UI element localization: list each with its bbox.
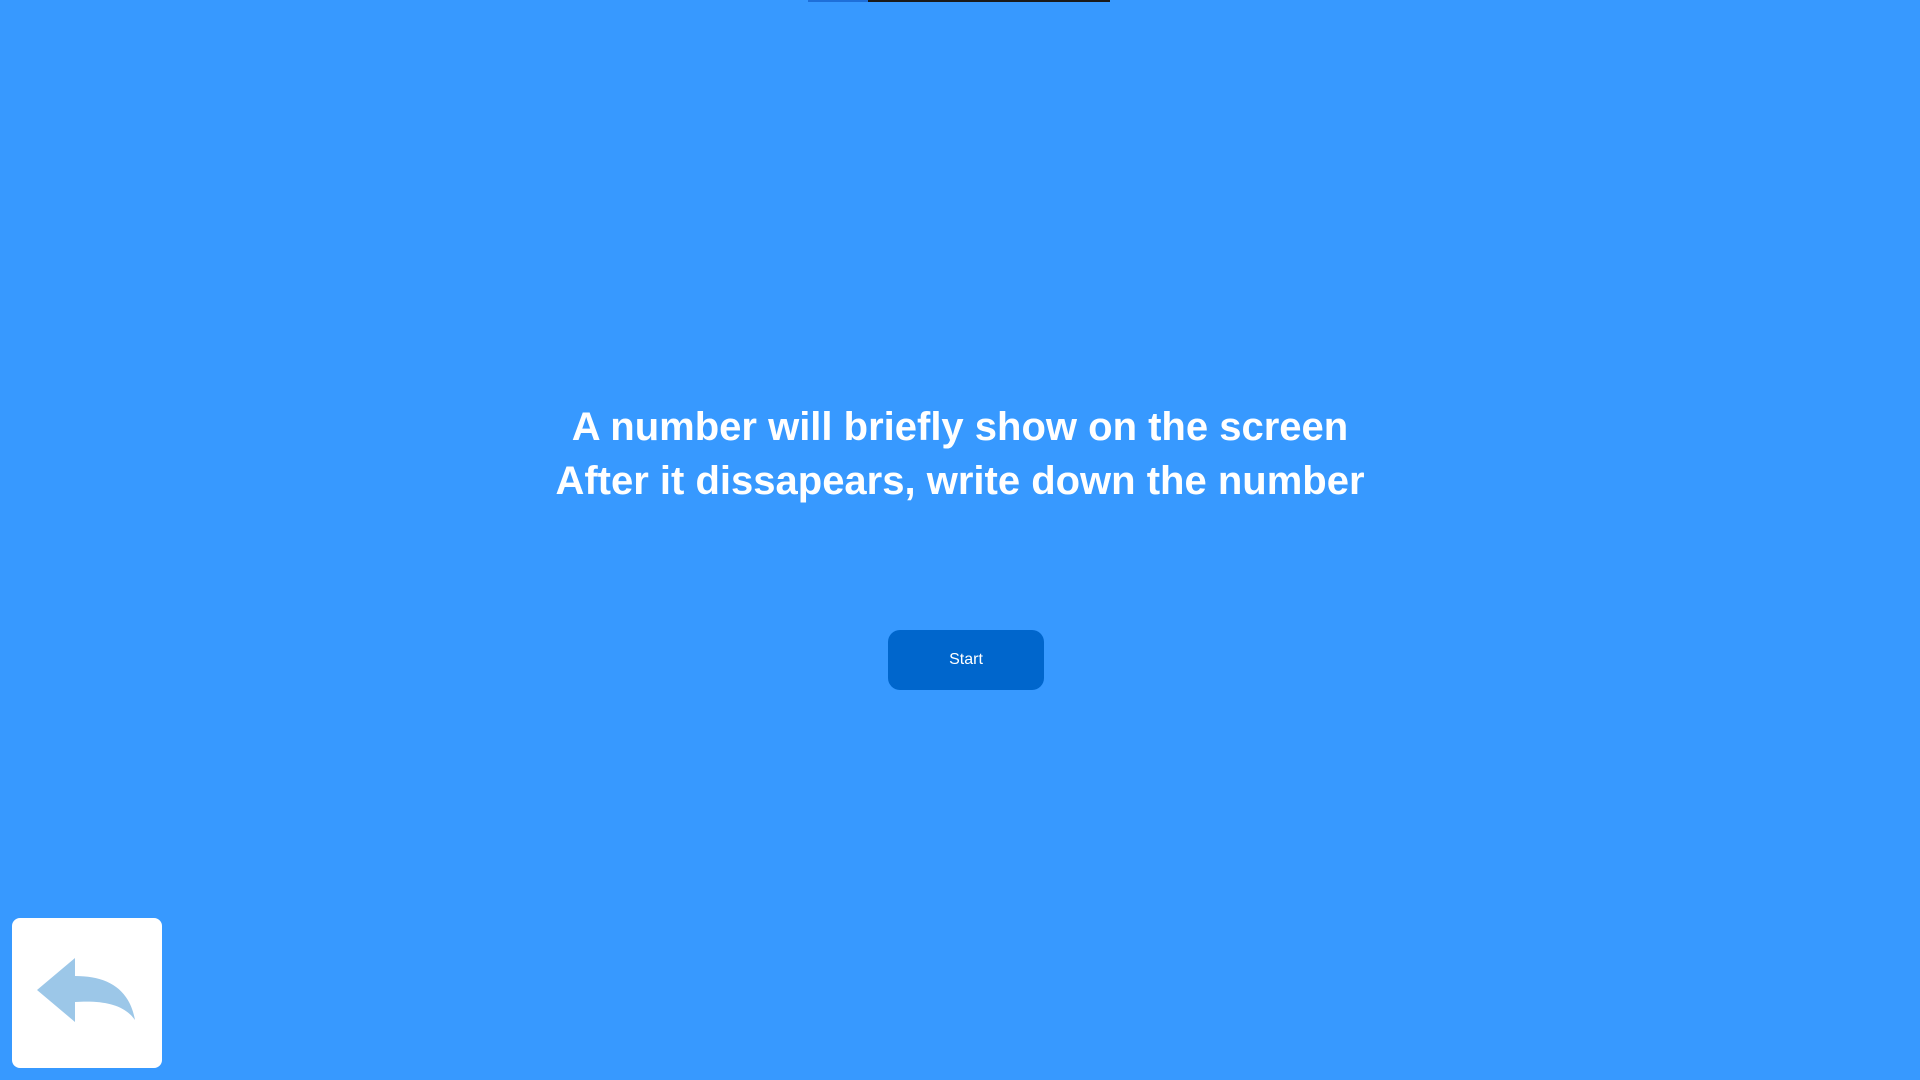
- back-button[interactable]: [12, 918, 162, 1068]
- progress-fill: [808, 0, 869, 2]
- instructions: A number will briefly show on the screen…: [0, 400, 1920, 508]
- start-button[interactable]: Start: [888, 630, 1044, 690]
- instruction-line-2: After it dissapears, write down the numb…: [555, 459, 1365, 503]
- reply-arrow-icon: [37, 958, 135, 1022]
- progress-track: [808, 0, 1110, 2]
- instruction-line-1: A number will briefly show on the screen: [571, 405, 1349, 449]
